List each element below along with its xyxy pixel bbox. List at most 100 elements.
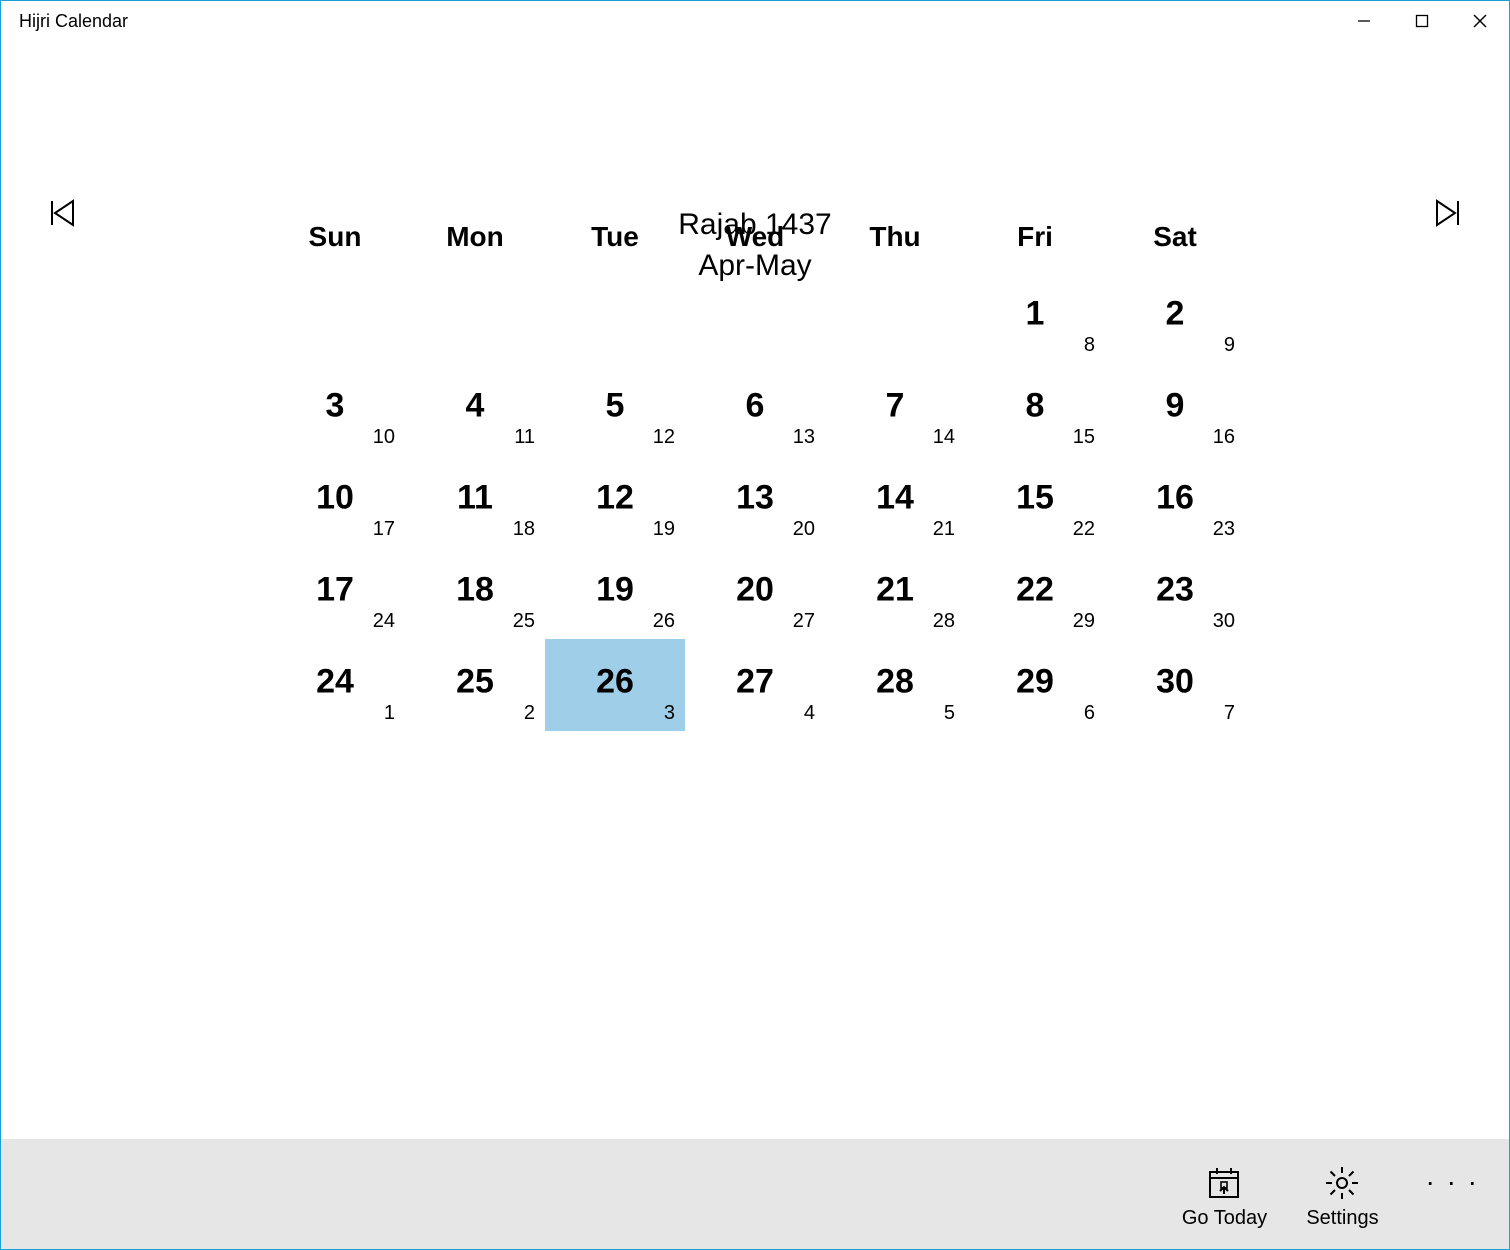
hijri-day-number: 10 — [316, 478, 354, 517]
ellipsis-icon: · · · — [1425, 1166, 1479, 1197]
hijri-day-number: 6 — [746, 386, 765, 425]
calendar-day-cell[interactable]: 252 — [405, 639, 545, 731]
hijri-day-number: 2 — [1166, 294, 1185, 333]
go-today-label: Go Today — [1182, 1207, 1267, 1230]
calendar-day-cell[interactable]: 21 28 — [825, 547, 965, 639]
calendar-day-cell[interactable]: 411 — [405, 363, 545, 455]
calendar-day-cell[interactable]: 28 5 — [825, 639, 965, 731]
hijri-day-number: 26 — [596, 662, 634, 701]
calendar-day-cell[interactable]: 13 20 — [685, 455, 825, 547]
hijri-day-number: 5 — [606, 386, 625, 425]
gregorian-day-number: 5 — [944, 702, 955, 725]
hijri-day-number: 21 — [876, 570, 914, 609]
calendar-day-cell — [825, 271, 965, 363]
next-icon — [1429, 195, 1465, 231]
calendar-day-cell — [545, 271, 685, 363]
calendar-day-cell[interactable]: 14 21 — [825, 455, 965, 547]
hijri-day-number: 29 — [1016, 662, 1054, 701]
gregorian-day-number: 28 — [933, 610, 955, 633]
hijri-day-number: 14 — [876, 478, 914, 517]
calendar-day-cell[interactable]: 1825 — [405, 547, 545, 639]
settings-label: Settings — [1306, 1207, 1378, 1230]
minimize-button[interactable] — [1335, 1, 1393, 41]
settings-button[interactable]: Settings — [1297, 1159, 1387, 1230]
hijri-day-number: 18 — [456, 570, 494, 609]
calendar-day-cell[interactable]: 27 4 — [685, 639, 825, 731]
calendar-day-cell[interactable]: 24 1 — [265, 639, 405, 731]
calendar-day-cell[interactable]: 1118 — [405, 455, 545, 547]
gregorian-day-number: 2 — [524, 702, 535, 725]
gregorian-day-number: 10 — [373, 426, 395, 449]
calendar-day-cell — [265, 271, 405, 363]
calendar-day-cell[interactable]: 512 — [545, 363, 685, 455]
calendar-day-cell[interactable]: 1724 — [265, 547, 405, 639]
gregorian-day-number: 14 — [933, 426, 955, 449]
hijri-day-number: 13 — [736, 478, 774, 517]
hijri-day-number: 28 — [876, 662, 914, 701]
more-button[interactable]: · · · — [1415, 1166, 1489, 1222]
gear-icon — [1322, 1159, 1362, 1207]
calendar-day-cell[interactable]: 30 7 — [1105, 639, 1245, 731]
gregorian-day-number: 27 — [793, 610, 815, 633]
hijri-day-number: 7 — [886, 386, 905, 425]
gregorian-day-number: 21 — [933, 518, 955, 541]
hijri-day-number: 12 — [596, 478, 634, 517]
gregorian-day-number: 23 — [1213, 518, 1235, 541]
calendar-day-cell[interactable]: 29 — [1105, 271, 1245, 363]
gregorian-day-number: 16 — [1213, 426, 1235, 449]
hijri-day-number: 4 — [466, 386, 485, 425]
gregorian-day-number: 4 — [804, 702, 815, 725]
gregorian-day-number: 6 — [1084, 702, 1095, 725]
calendar-day-cell[interactable]: 1926 — [545, 547, 685, 639]
calendar-day-cell[interactable]: 613 — [685, 363, 825, 455]
go-today-button[interactable]: Go Today — [1179, 1159, 1269, 1230]
calendar-day-cell[interactable]: 12 19 — [545, 455, 685, 547]
gregorian-day-number: 1 — [384, 702, 395, 725]
content-area: Rajab 1437 Apr-May SunMonTueWedThuFriSat… — [1, 41, 1509, 1139]
gregorian-day-number: 7 — [1224, 702, 1235, 725]
calendar-day-cell[interactable]: 2229 — [965, 547, 1105, 639]
prev-icon — [45, 195, 81, 231]
calendar-day-cell[interactable]: 1623 — [1105, 455, 1245, 547]
calendar-day-cell[interactable]: 2330 — [1105, 547, 1245, 639]
hijri-day-number: 9 — [1166, 386, 1185, 425]
gregorian-day-number: 9 — [1224, 334, 1235, 357]
close-button[interactable] — [1451, 1, 1509, 41]
calendar-day-cell[interactable]: 263 — [545, 639, 685, 731]
calendar-day-cell — [405, 271, 545, 363]
gregorian-day-number: 22 — [1073, 518, 1095, 541]
prev-month-button[interactable] — [41, 191, 85, 235]
hijri-day-number: 1 — [1026, 294, 1045, 333]
calendar-day-cell[interactable]: 9 16 — [1105, 363, 1245, 455]
hijri-day-number: 3 — [326, 386, 345, 425]
hijri-day-number: 27 — [736, 662, 774, 701]
gregorian-day-number: 19 — [653, 518, 675, 541]
hijri-day-number: 8 — [1026, 386, 1045, 425]
calendar-day-cell — [685, 271, 825, 363]
calendar-day-cell[interactable]: 7 14 — [825, 363, 965, 455]
calendar-day-cell[interactable]: 2027 — [685, 547, 825, 639]
hijri-month-label: Rajab 1437 — [678, 208, 831, 241]
gregorian-day-number: 20 — [793, 518, 815, 541]
hijri-day-number: 15 — [1016, 478, 1054, 517]
calendar-day-cell[interactable]: 29 6 — [965, 639, 1105, 731]
gregorian-day-number: 17 — [373, 518, 395, 541]
gregorian-day-number: 24 — [373, 610, 395, 633]
gregorian-day-number: 8 — [1084, 334, 1095, 357]
calendar-day-cell[interactable]: 10 17 — [265, 455, 405, 547]
hijri-day-number: 24 — [316, 662, 354, 701]
calendar-grid: 1829310411512613714815916101711181219132… — [265, 271, 1245, 731]
command-bar: Go Today Settings · · · — [1, 1139, 1509, 1249]
gregorian-day-number: 15 — [1073, 426, 1095, 449]
hijri-day-number: 22 — [1016, 570, 1054, 609]
calendar-day-cell[interactable]: 3 10 — [265, 363, 405, 455]
hijri-day-number: 30 — [1156, 662, 1194, 701]
calendar-day-cell[interactable]: 8 15 — [965, 363, 1105, 455]
hijri-day-number: 16 — [1156, 478, 1194, 517]
calendar-day-cell[interactable]: 1522 — [965, 455, 1105, 547]
gregorian-day-number: 26 — [653, 610, 675, 633]
gregorian-day-number: 25 — [513, 610, 535, 633]
maximize-button[interactable] — [1393, 1, 1451, 41]
next-month-button[interactable] — [1425, 191, 1469, 235]
calendar-day-cell[interactable]: 18 — [965, 271, 1105, 363]
